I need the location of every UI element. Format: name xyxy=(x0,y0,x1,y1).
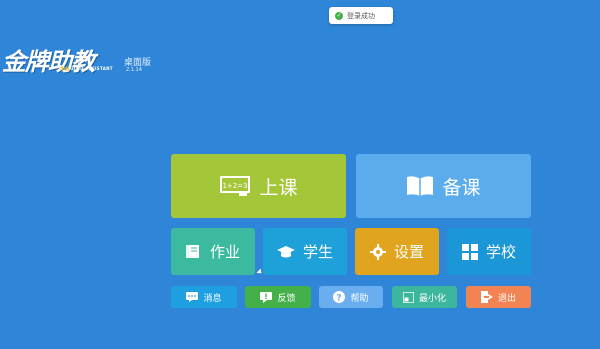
exit-icon xyxy=(480,291,493,303)
message-label: 消息 xyxy=(203,293,222,304)
logo-title: 金牌助教 xyxy=(2,48,95,76)
app-logo: 金牌助教 学科 GOLD ASSISTANT 桌面版 2.1.14 xyxy=(2,42,162,82)
class-button[interactable]: 1+2=3 上课 xyxy=(171,154,346,218)
blackboard-icon: 1+2=3 xyxy=(220,176,251,196)
svg-text:1+2=3: 1+2=3 xyxy=(223,182,248,190)
prepare-lesson-button[interactable]: 备课 xyxy=(356,154,531,218)
exit-button[interactable]: 退出 xyxy=(466,286,531,308)
minimize-label: 最小化 xyxy=(418,293,446,304)
homework-book-icon xyxy=(185,245,199,258)
school-button[interactable]: 学校 xyxy=(447,228,531,275)
logo-sub-cn: 学科 xyxy=(60,67,71,73)
book-icon xyxy=(407,176,434,196)
message-icon xyxy=(186,292,199,302)
check-icon: ✓ xyxy=(335,11,343,20)
minimize-button[interactable]: 最小化 xyxy=(392,286,457,308)
student-button[interactable]: 学生 xyxy=(263,228,347,275)
homework-button[interactable]: 作业 xyxy=(171,228,255,275)
mouse-cursor xyxy=(256,268,264,276)
logo-sub-en: GOLD ASSISTANT xyxy=(70,66,113,71)
help-label: 帮助 xyxy=(350,293,369,304)
gear-icon xyxy=(369,243,386,260)
exit-label: 退出 xyxy=(497,293,516,304)
grid-icon xyxy=(461,243,478,260)
minimize-icon xyxy=(402,291,414,303)
app-version: 2.1.14 xyxy=(126,67,142,73)
feedback-button[interactable]: 反馈 xyxy=(245,286,311,308)
graduation-cap-icon xyxy=(276,245,295,257)
settings-button[interactable]: 设置 xyxy=(355,228,439,275)
toast-text: 登录成功 xyxy=(347,11,375,20)
help-icon: ? xyxy=(333,291,346,304)
help-button[interactable]: ? 帮助 xyxy=(319,286,383,308)
feedback-icon xyxy=(260,291,273,303)
message-button[interactable]: 消息 xyxy=(171,286,237,308)
school-label: 学校 xyxy=(485,243,516,261)
login-success-toast: ✓ 登录成功 xyxy=(329,7,393,24)
class-label: 上课 xyxy=(259,176,298,199)
student-label: 学生 xyxy=(302,243,333,261)
svg-text:?: ? xyxy=(337,294,342,304)
settings-label: 设置 xyxy=(393,243,424,261)
homework-label: 作业 xyxy=(209,243,240,261)
prepare-lesson-label: 备课 xyxy=(442,176,481,199)
feedback-label: 反馈 xyxy=(277,293,296,304)
